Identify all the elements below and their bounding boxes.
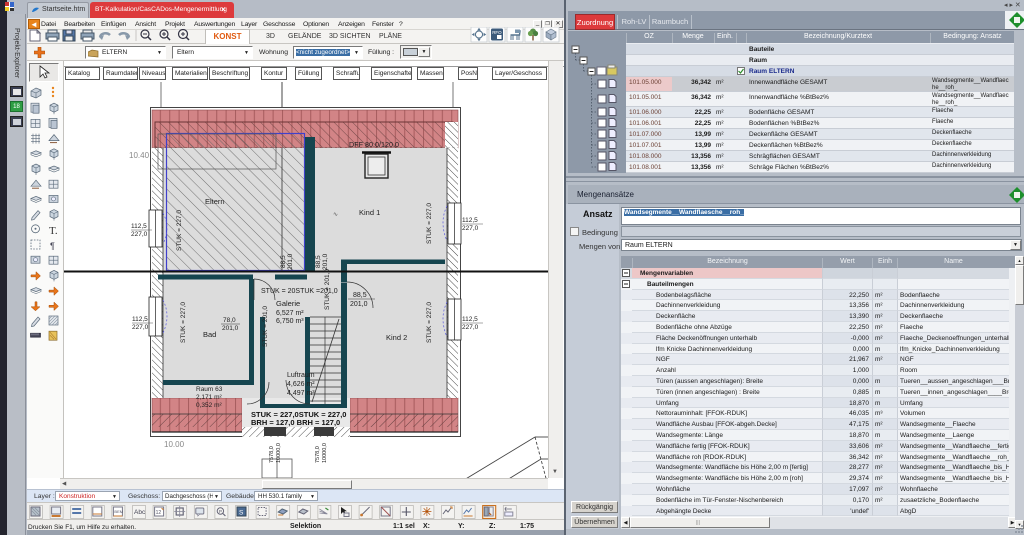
svg-text:STUK = 201,0: STUK = 201,0 [262, 306, 269, 347]
svg-text:112,5: 112,5 [131, 223, 147, 230]
svg-text:227,0: 227,0 [132, 324, 149, 331]
svg-text:227,0: 227,0 [131, 231, 148, 238]
svg-text:4,497 m³: 4,497 m³ [287, 390, 315, 397]
svg-text:STUK = 227,0: STUK = 227,0 [426, 302, 433, 343]
svg-text:STUK = 201,0: STUK = 201,0 [324, 269, 331, 310]
svg-text:Kind 2: Kind 2 [386, 333, 407, 342]
svg-text:RFO: RFO [492, 30, 502, 35]
svg-text:10000,0: 10000,0 [276, 443, 282, 463]
svg-text:Eltern: Eltern [205, 197, 225, 206]
svg-text:Raum 63: Raum 63 [196, 386, 223, 393]
svg-text:2,171 m²: 2,171 m² [196, 394, 222, 401]
svg-text:7578,0: 7578,0 [315, 446, 321, 463]
svg-text:227,0: 227,0 [462, 324, 479, 331]
svg-text:4,626 m²: 4,626 m² [287, 381, 315, 388]
svg-text:201,0: 201,0 [322, 253, 329, 270]
svg-text:P: P [219, 509, 222, 514]
svg-text:88,5: 88,5 [280, 255, 287, 268]
svg-text:112,5: 112,5 [462, 316, 478, 323]
svg-text:STUK = 227,0: STUK = 227,0 [180, 302, 187, 343]
svg-text:Abc: Abc [134, 509, 146, 516]
svg-text:10000,0: 10000,0 [322, 443, 328, 463]
svg-text:Bad: Bad [203, 330, 216, 339]
svg-text:∿: ∿ [333, 212, 338, 218]
svg-text:0,352 m²: 0,352 m² [196, 402, 222, 409]
svg-text:10.40: 10.40 [129, 151, 150, 160]
svg-text:BEM: BEM [114, 509, 123, 514]
svg-text:T.: T. [49, 225, 58, 237]
svg-text:Galerie: Galerie [276, 299, 300, 308]
svg-text:S: S [239, 510, 244, 517]
svg-text:227,0: 227,0 [462, 225, 479, 232]
svg-text:201,0: 201,0 [287, 253, 294, 270]
svg-text:10.00: 10.00 [164, 440, 185, 449]
svg-text:¶: ¶ [50, 241, 55, 251]
svg-text:78,0: 78,0 [223, 317, 236, 324]
svg-text:6,750 m³: 6,750 m³ [276, 318, 304, 325]
svg-text:DFF 80.0/120.0: DFF 80.0/120.0 [349, 140, 399, 149]
svg-text:Kind 1: Kind 1 [359, 208, 380, 217]
svg-text:12: 12 [156, 510, 162, 516]
svg-text:6,527 m²: 6,527 m² [276, 310, 304, 317]
svg-text:112,5: 112,5 [132, 316, 148, 323]
svg-text:STUK = 227,0: STUK = 227,0 [426, 203, 433, 244]
svg-text:201,0: 201,0 [222, 325, 239, 332]
svg-text:201,0: 201,0 [350, 301, 368, 308]
svg-text:7578,0: 7578,0 [269, 446, 275, 463]
svg-text:Luftraum: Luftraum [287, 372, 315, 379]
svg-text:88,5: 88,5 [315, 255, 322, 268]
svg-text:112,5: 112,5 [462, 217, 478, 224]
svg-text:STUK = 227,0: STUK = 227,0 [176, 210, 183, 251]
svg-text:88,5: 88,5 [353, 292, 367, 299]
svg-text:BRH = 127,0 BRH = 127,0: BRH = 127,0 BRH = 127,0 [251, 418, 340, 427]
